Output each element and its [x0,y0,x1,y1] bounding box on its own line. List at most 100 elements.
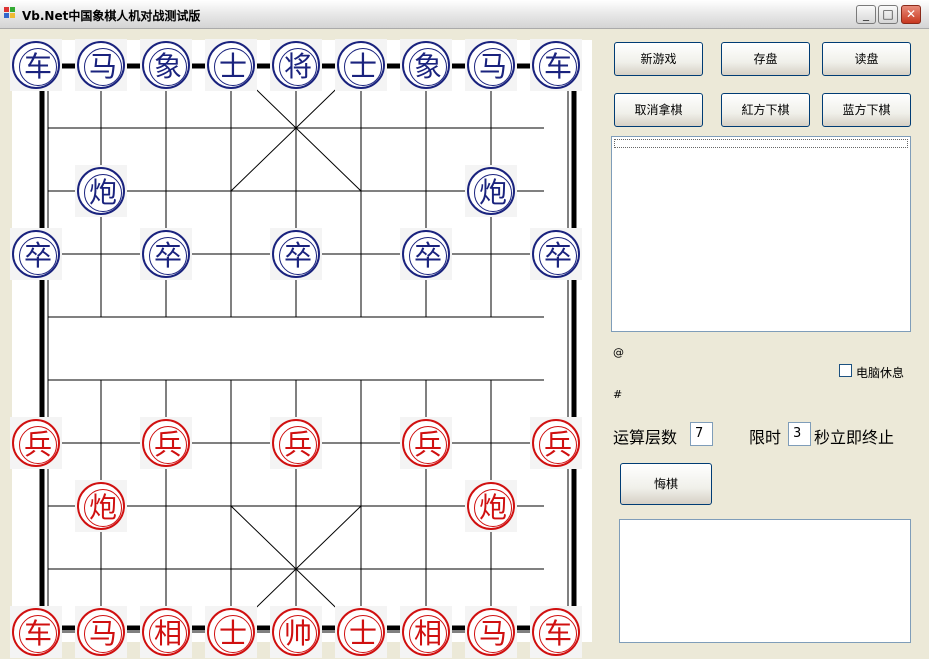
piece-label: 炮 [84,174,122,212]
piece-ring: 卒 [402,230,450,278]
piece-ring: 士 [207,41,255,89]
time-limit-input[interactable]: 3 [788,422,811,446]
computer-rest-checkbox[interactable] [839,364,852,377]
window-title: Vb.Net中国象棋人机对战测试版 [22,9,201,23]
maximize-button[interactable]: □ [878,5,898,24]
piece-blue[interactable]: 卒 [10,228,62,280]
piece-label: 车 [19,48,57,86]
piece-red[interactable]: 兵 [140,417,192,469]
move-list-box[interactable] [611,136,911,332]
piece-ring: 炮 [77,482,125,530]
piece-label: 将 [279,48,317,86]
piece-label: 象 [409,48,447,86]
piece-ring: 相 [402,608,450,656]
piece-blue[interactable]: 象 [140,39,192,91]
chess-board[interactable]: 车马象士将士象马车炮炮卒卒卒卒卒兵兵兵兵兵炮炮车马相士帅士相马车 [10,39,592,658]
piece-ring: 兵 [142,419,190,467]
piece-red[interactable]: 相 [400,606,452,658]
piece-label: 卒 [539,237,577,275]
piece-ring: 炮 [467,482,515,530]
piece-red[interactable]: 兵 [400,417,452,469]
load-button[interactable]: 读盘 [822,42,911,76]
piece-ring: 车 [12,41,60,89]
blue-move-button[interactable]: 蓝方下棋 [822,93,911,127]
piece-blue[interactable]: 炮 [75,165,127,217]
piece-red[interactable]: 士 [335,606,387,658]
board-grid [39,63,577,633]
piece-label: 马 [474,615,512,653]
piece-red[interactable]: 相 [140,606,192,658]
piece-label: 马 [84,615,122,653]
piece-label: 炮 [84,489,122,527]
piece-blue[interactable]: 将 [270,39,322,91]
piece-ring: 车 [532,608,580,656]
piece-red[interactable]: 兵 [270,417,322,469]
minimize-button[interactable]: _ [856,5,876,24]
piece-red[interactable]: 兵 [10,417,62,469]
app-icon [4,7,18,19]
piece-blue[interactable]: 马 [75,39,127,91]
piece-label: 车 [19,615,57,653]
piece-red[interactable]: 炮 [465,480,517,532]
piece-blue[interactable]: 炮 [465,165,517,217]
piece-ring: 兵 [402,419,450,467]
time-suffix-label: 秒立即终止 [814,428,895,447]
piece-ring: 炮 [77,167,125,215]
piece-ring: 炮 [467,167,515,215]
undo-button[interactable]: 悔棋 [620,463,712,505]
piece-ring: 马 [77,608,125,656]
piece-ring: 帅 [272,608,320,656]
piece-label: 炮 [474,489,512,527]
piece-red[interactable]: 炮 [75,480,127,532]
piece-blue[interactable]: 卒 [270,228,322,280]
piece-label: 兵 [149,426,187,464]
computer-rest-label: 电脑休息 [856,366,905,380]
piece-red[interactable]: 兵 [530,417,582,469]
piece-label: 车 [539,615,577,653]
piece-label: 马 [474,48,512,86]
piece-blue[interactable]: 士 [205,39,257,91]
piece-blue[interactable]: 士 [335,39,387,91]
save-button[interactable]: 存盘 [721,42,810,76]
piece-red[interactable]: 车 [530,606,582,658]
piece-label: 士 [344,48,382,86]
piece-ring: 士 [337,41,385,89]
piece-ring: 卒 [12,230,60,278]
log-box[interactable] [619,519,911,643]
piece-ring: 车 [532,41,580,89]
piece-blue[interactable]: 卒 [400,228,452,280]
piece-label: 相 [409,615,447,653]
close-button[interactable]: ✕ [901,5,921,24]
piece-label: 士 [344,615,382,653]
piece-ring: 马 [77,41,125,89]
piece-label: 兵 [409,426,447,464]
piece-blue[interactable]: 马 [465,39,517,91]
piece-red[interactable]: 马 [75,606,127,658]
cancel-pick-button[interactable]: 取消拿棋 [614,93,703,127]
piece-ring: 兵 [12,419,60,467]
piece-label: 卒 [409,237,447,275]
piece-label: 炮 [474,174,512,212]
piece-blue[interactable]: 卒 [530,228,582,280]
piece-ring: 马 [467,608,515,656]
piece-blue[interactable]: 车 [530,39,582,91]
at-label: @ [613,346,624,359]
piece-red[interactable]: 车 [10,606,62,658]
piece-blue[interactable]: 车 [10,39,62,91]
piece-label: 卒 [149,237,187,275]
red-move-button[interactable]: 紅方下棋 [721,93,810,127]
piece-ring: 卒 [272,230,320,278]
piece-ring: 兵 [272,419,320,467]
depth-input[interactable]: 7 [690,422,713,446]
piece-blue[interactable]: 卒 [140,228,192,280]
piece-blue[interactable]: 象 [400,39,452,91]
piece-label: 兵 [539,426,577,464]
piece-ring: 卒 [142,230,190,278]
piece-label: 士 [214,48,252,86]
new-game-button[interactable]: 新游戏 [614,42,703,76]
piece-red[interactable]: 马 [465,606,517,658]
piece-red[interactable]: 士 [205,606,257,658]
piece-label: 卒 [279,237,317,275]
piece-label: 车 [539,48,577,86]
piece-red[interactable]: 帅 [270,606,322,658]
